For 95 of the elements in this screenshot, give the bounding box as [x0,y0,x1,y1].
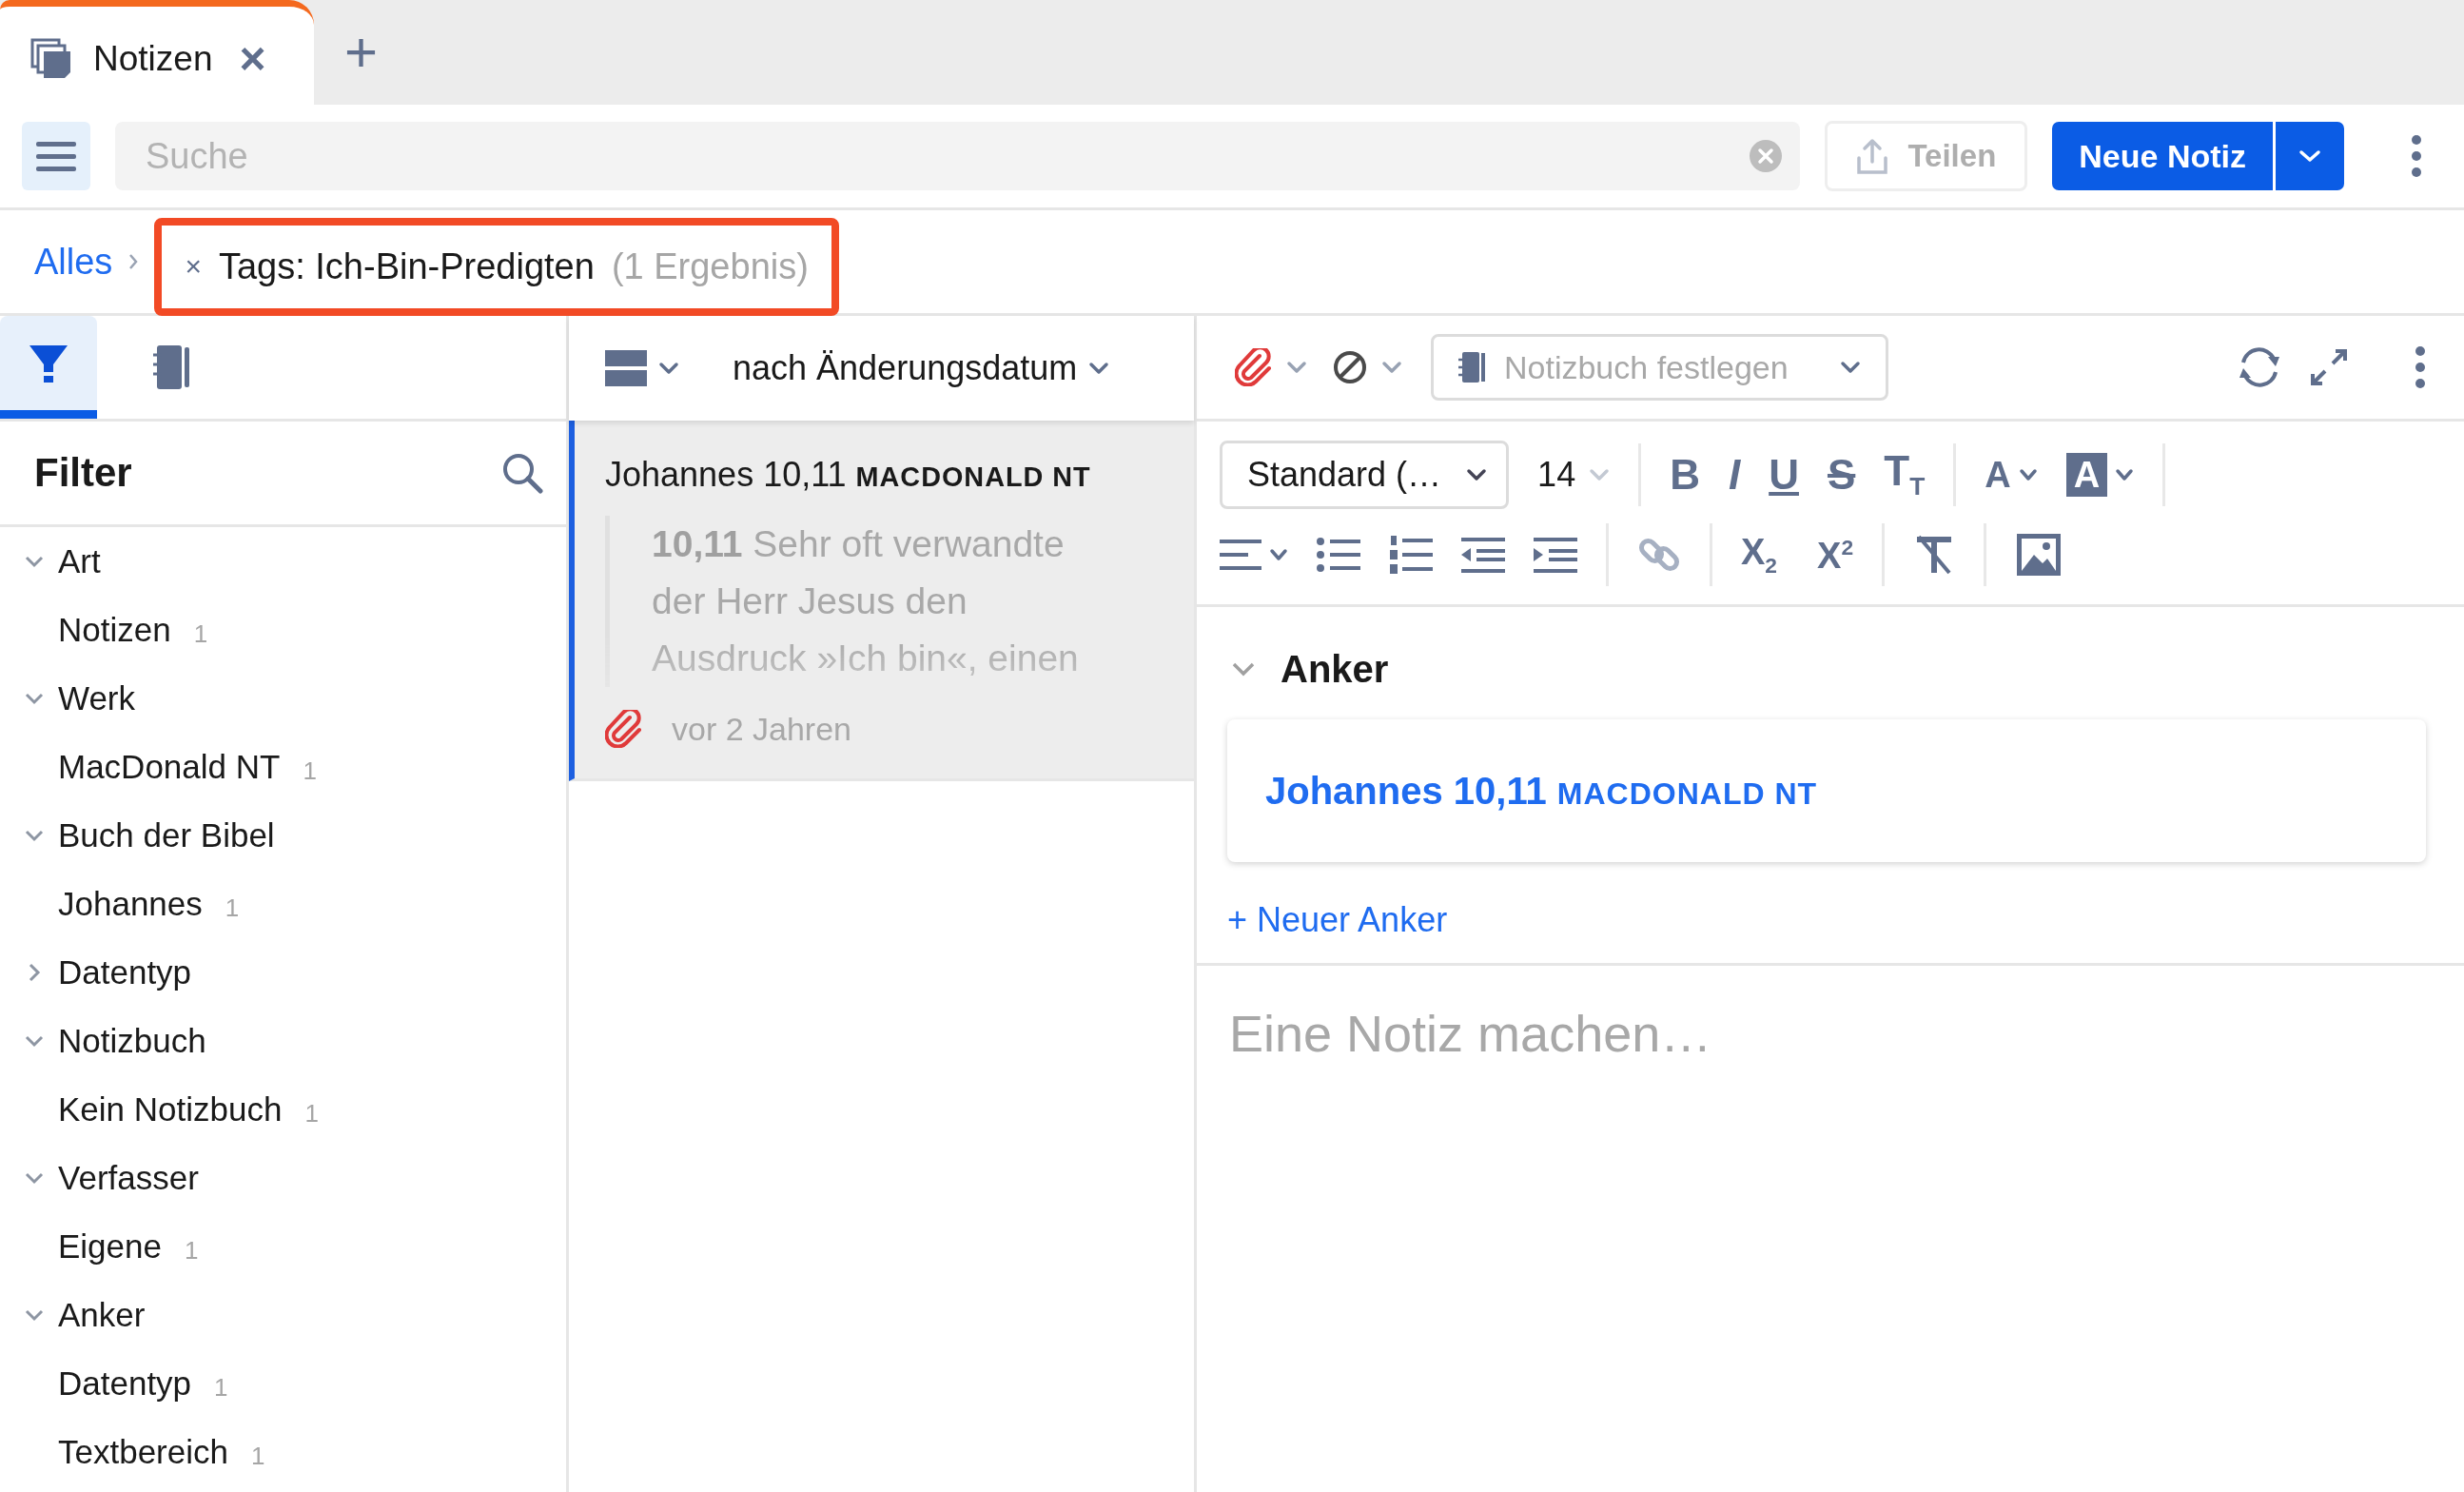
italic-button[interactable]: I [1728,454,1741,496]
chevron-right-icon [127,253,140,270]
caret-icon [1286,361,1307,374]
layout-icon [605,350,647,386]
filter-group[interactable]: Notizbuch [58,1022,206,1060]
image-icon[interactable] [2015,532,2063,578]
caret-icon [2018,468,2038,481]
caret-icon [1088,362,1110,375]
more-icon[interactable] [2415,345,2426,389]
bullet-list-icon[interactable] [1317,536,1360,574]
search-field[interactable]: Suche [144,134,1750,178]
underline-button[interactable]: U [1769,454,1799,496]
caret-icon [1589,468,1611,481]
chevron-down-icon[interactable] [24,1308,45,1322]
view-toggle[interactable] [605,350,679,386]
remove-filter-button[interactable]: × [185,250,202,283]
numbered-list-icon[interactable] [1389,534,1433,576]
result-count: (1 Ergebnis) [611,245,809,287]
paperclip-icon [605,710,643,748]
filter-group[interactable]: Anker [58,1296,146,1334]
new-tab-button[interactable]: + [344,24,379,81]
new-note-button[interactable]: Neue Notiz [2052,122,2273,190]
filter-item[interactable]: Notizen [58,611,171,649]
filter-group[interactable]: Verfasser [58,1159,199,1197]
filter-item[interactable]: Datentyp [58,1364,192,1403]
note-card[interactable]: Johannes 10,11 MACDONALD NT 10,11 Sehr oft verwandte der Herr Jesus den Ausdruck »Ich bin«, einen vor 2 Jahren [569,421,1194,781]
filter-title: Filter [34,450,132,496]
search-icon[interactable] [501,452,543,494]
filter-label: Tags: Ich-Bin-Predigten [218,245,595,287]
chevron-down-icon[interactable] [24,1034,45,1048]
caret-icon [2298,149,2321,163]
filter-group[interactable]: Werk [58,679,136,717]
caret-icon [1839,361,1861,374]
status-dropdown[interactable] [1332,349,1402,385]
size-select[interactable]: 14 [1537,455,1611,495]
caret-icon [2115,468,2135,481]
sidebar-tab[interactable] [0,316,97,419]
item-count: 1 [251,1440,265,1471]
caret-icon [658,362,679,375]
dropdown-button[interactable] [2276,122,2344,190]
filter-item[interactable]: MacDonald NT [58,748,281,786]
text-case-button[interactable]: T$_{T}$ [1884,450,1926,500]
caret-icon [1381,361,1402,374]
bold-button[interactable]: B [1670,454,1700,496]
section-title: Anker [1281,647,1389,691]
anchor-link[interactable]: Johannes 10,11 MACDONALD NT [1265,769,1818,813]
caret-icon [1466,468,1488,481]
menu-button[interactable] [22,122,90,190]
paperclip-icon [1235,348,1273,386]
search-bar[interactable]: Suche [115,122,1801,190]
filter-group[interactable]: Art [58,542,101,580]
breadcrumb-link[interactable]: Alles [34,241,113,283]
item-count: 1 [214,1371,228,1403]
chevron-down-icon[interactable] [24,1171,45,1185]
notebook-icon [153,344,191,391]
text-color-button[interactable]: A [1985,457,2038,493]
strikethrough-button[interactable]: S [1827,454,1856,496]
filter-group[interactable]: Datentyp [58,953,192,991]
close-button[interactable]: × [239,32,266,85]
note-time: vor 2 Jahren [672,710,851,748]
notes-icon [30,37,72,80]
outdent-icon[interactable] [1461,536,1505,574]
filter-item[interactable]: Johannes [58,885,203,923]
tab-title: Notizen [93,38,213,79]
filter-icon [28,343,69,383]
share-icon [1856,137,1889,175]
prohibited-icon [1332,349,1368,385]
superscript-button[interactable]: X$^{2}$ [1811,536,1854,574]
filter-item[interactable]: Textbereich [58,1433,228,1471]
more-icon[interactable] [2411,134,2422,178]
subscript-button[interactable]: X$_{2}$ [1741,533,1784,577]
chevron-down-icon[interactable] [24,692,45,705]
chevron-down-icon[interactable] [24,555,45,568]
note-title: Johannes 10,11 MACDONALD NT [605,455,1092,495]
item-count: 1 [303,755,317,786]
item-count: 1 [185,1234,199,1266]
caret-icon [1269,548,1288,561]
add-anchor-link[interactable]: + Neuer Anker [1227,900,1448,940]
chevron-down-icon[interactable] [1231,661,1256,677]
item-count: 1 [193,618,208,649]
filter-item[interactable]: Kein Notizbuch [58,1090,283,1129]
font-select[interactable]: Standard (… [1220,441,1510,509]
filter-item[interactable]: Eigene [58,1227,162,1266]
filter-group[interactable]: Buch der Bibel [58,816,275,854]
tab[interactable]: Notizen × [0,0,314,105]
tag-dropdown[interactable] [1235,348,1307,386]
indent-icon[interactable] [1534,536,1577,574]
item-count: 1 [304,1097,319,1129]
note-excerpt: 10,11 Sehr oft verwandte der Herr Jesus den Ausdruck »Ich bin«, einen [605,516,1108,687]
expand-icon[interactable] [2310,348,2348,386]
notebook-icon [1458,350,1487,384]
sort-dropdown[interactable]: nach Änderungsdatum [733,348,1110,388]
menu-icon [36,140,76,172]
item-count: 1 [225,892,240,923]
chevron-down-icon[interactable] [24,829,45,842]
